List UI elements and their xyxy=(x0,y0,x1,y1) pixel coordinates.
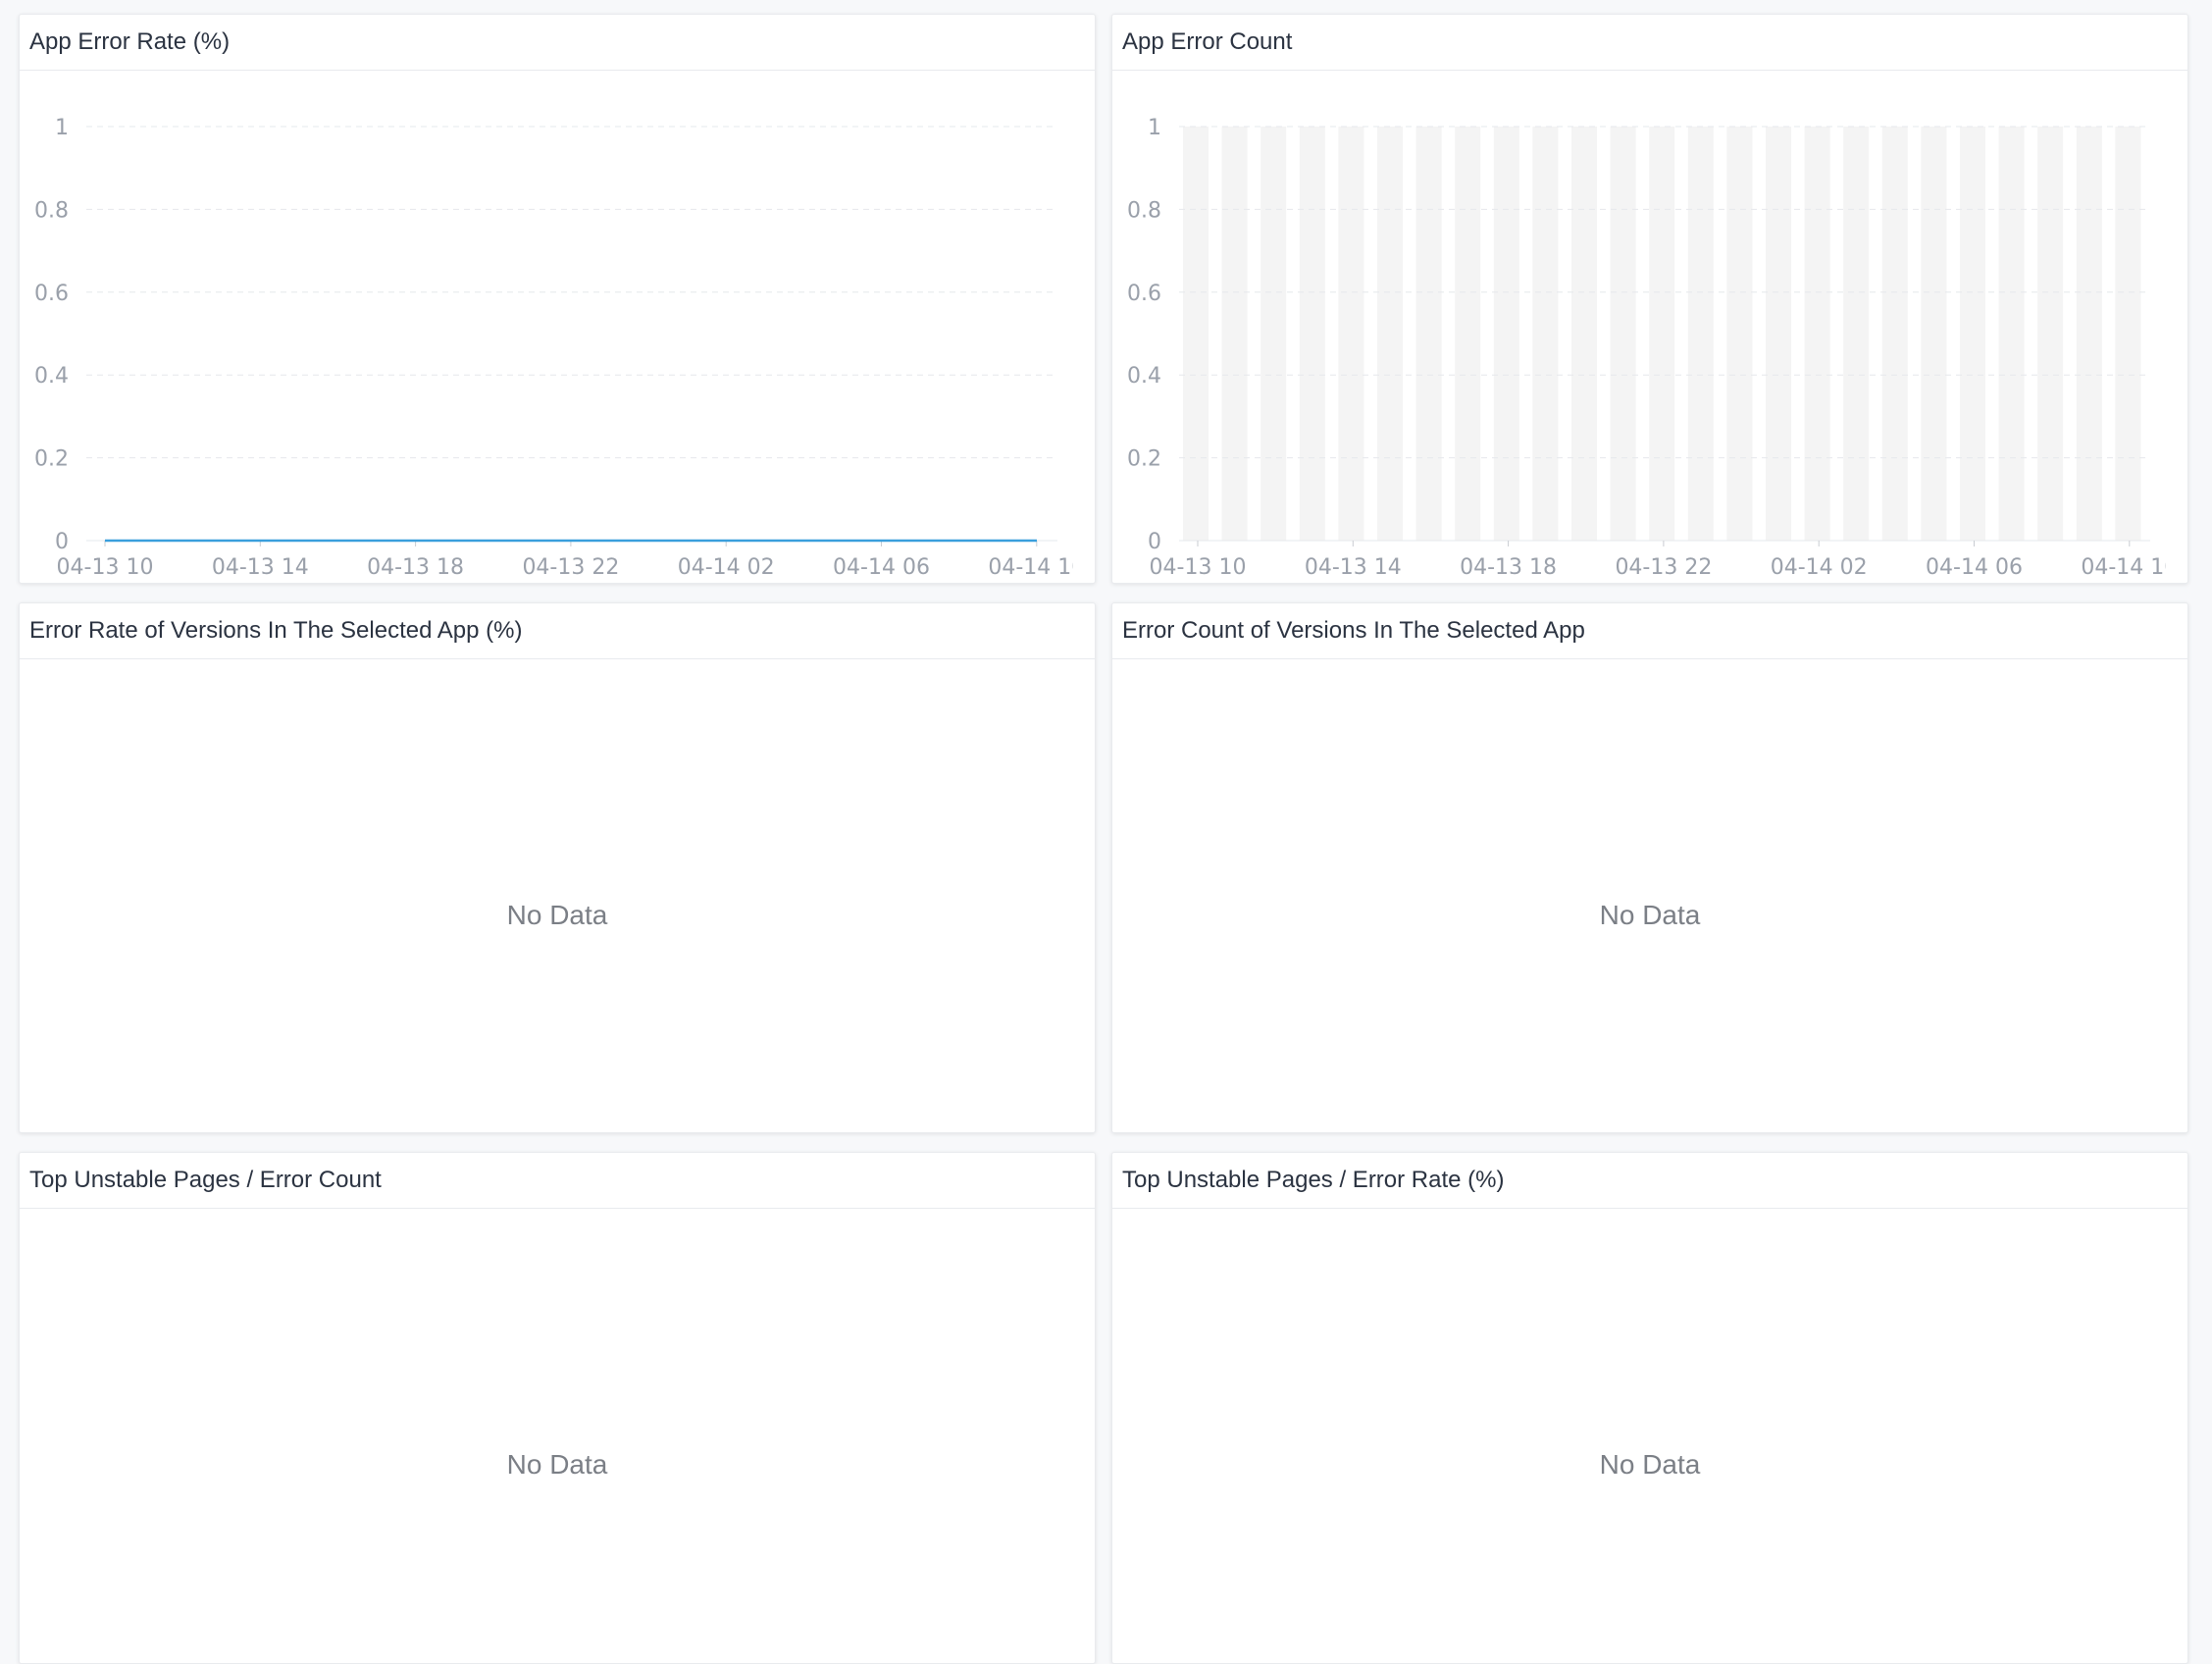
bar-background xyxy=(1687,127,1714,541)
x-tick-label: 04-14 02 xyxy=(678,555,775,580)
bar-background xyxy=(1921,127,1947,541)
panel-title: Error Count of Versions In The Selected … xyxy=(1112,603,2187,659)
x-tick-label: 04-13 18 xyxy=(1460,555,1557,580)
x-tick-label: 04-14 10 xyxy=(2081,555,2178,580)
panel-title: App Error Count xyxy=(1112,15,2187,71)
y-tick-label: 0 xyxy=(1148,530,1161,554)
bar-background xyxy=(1881,127,1908,541)
app-error-rate-panel: App Error Rate (%) 0 0.2 0.4 0.6 0.8 1 04-13 1… xyxy=(19,14,1096,584)
no-data-text: No Data xyxy=(1599,900,1701,930)
y-tick-label: 0 xyxy=(55,530,69,554)
bar-background xyxy=(2115,127,2141,541)
x-tick-label: 04-13 14 xyxy=(212,555,309,580)
panel-title: App Error Rate (%) xyxy=(20,15,1095,71)
panel-title: Top Unstable Pages / Error Count xyxy=(20,1153,1095,1209)
bar-background xyxy=(1649,127,1675,541)
y-tick-label: 0.2 xyxy=(1127,447,1161,472)
y-tick-label: 0.8 xyxy=(1127,198,1161,223)
x-tick-label: 04-13 14 xyxy=(1305,555,1402,580)
version-error-count-panel: Error Count of Versions In The Selected … xyxy=(1111,602,2188,1133)
x-tick-label: 04-14 06 xyxy=(833,555,930,580)
x-tick-label: 04-14 02 xyxy=(1771,555,1868,580)
bar-background xyxy=(1804,127,1830,541)
bar-background xyxy=(1571,127,1597,541)
no-data-text: No Data xyxy=(506,900,608,930)
x-tick-label: 04-14 10 xyxy=(988,555,1085,580)
bar-background xyxy=(2076,127,2102,541)
bar-background xyxy=(1532,127,1559,541)
app-error-count-chart: 0 0.2 0.4 0.6 0.8 1 04-13 10 04-13 14 04-13 18 04… xyxy=(1127,116,2178,580)
top-pages-error-rate-panel: Top Unstable Pages / Error Rate (%) No D… xyxy=(1111,1152,2188,1664)
bar-background xyxy=(1415,127,1442,541)
y-tick-label: 1 xyxy=(55,116,69,140)
bar-background xyxy=(1960,127,1985,541)
y-tick-label: 0.8 xyxy=(34,198,69,223)
x-tick-label: 04-13 18 xyxy=(367,555,464,580)
app-error-rate-chart: 0 0.2 0.4 0.6 0.8 1 04-13 10 04-13 14 04-13 18 04… xyxy=(34,116,1085,580)
y-tick-label: 1 xyxy=(1148,116,1161,140)
bar-background xyxy=(1260,127,1287,541)
app-error-count-panel: App Error Count 0 0.2 0.4 0.6 0.8 1 04-13 10 04… xyxy=(1111,14,2188,584)
bar-background xyxy=(1299,127,1325,541)
no-data-text: No Data xyxy=(506,1449,608,1480)
version-error-rate-panel: Error Rate of Versions In The Selected A… xyxy=(19,602,1096,1133)
panel-title: Top Unstable Pages / Error Rate (%) xyxy=(1112,1153,2187,1209)
x-tick-label: 04-13 22 xyxy=(522,555,619,580)
y-tick-label: 0.4 xyxy=(1127,364,1161,389)
y-tick-label: 0.2 xyxy=(34,447,69,472)
bar-background xyxy=(1377,127,1403,541)
x-tick-label: 04-13 10 xyxy=(1150,555,1247,580)
bar-background xyxy=(1338,127,1364,541)
bar-background xyxy=(2037,127,2064,541)
bar-background xyxy=(1221,127,1248,541)
bar-background xyxy=(1183,127,1209,541)
chart-area: 0 0.2 0.4 0.6 0.8 1 04-13 10 04-13 14 04-13 18 04… xyxy=(20,72,1095,583)
no-data-text: No Data xyxy=(1599,1449,1701,1480)
y-tick-label: 0.4 xyxy=(34,364,69,389)
y-tick-label: 0.6 xyxy=(34,282,69,306)
bar-background xyxy=(1455,127,1481,541)
bar-background xyxy=(1843,127,1870,541)
bar-background xyxy=(1493,127,1519,541)
y-tick-label: 0.6 xyxy=(1127,282,1161,306)
x-tick-label: 04-13 22 xyxy=(1615,555,1712,580)
top-pages-error-count-panel: Top Unstable Pages / Error Count No Data xyxy=(19,1152,1096,1664)
x-tick-label: 04-13 10 xyxy=(57,555,154,580)
bar-background xyxy=(1610,127,1636,541)
chart-area: 0 0.2 0.4 0.6 0.8 1 04-13 10 04-13 14 04-13 18 04… xyxy=(1112,72,2187,583)
bar-background xyxy=(1766,127,1791,541)
x-tick-label: 04-14 06 xyxy=(1926,555,2023,580)
bar-background xyxy=(1998,127,2025,541)
panel-title: Error Rate of Versions In The Selected A… xyxy=(20,603,1095,659)
bar-background xyxy=(1726,127,1753,541)
